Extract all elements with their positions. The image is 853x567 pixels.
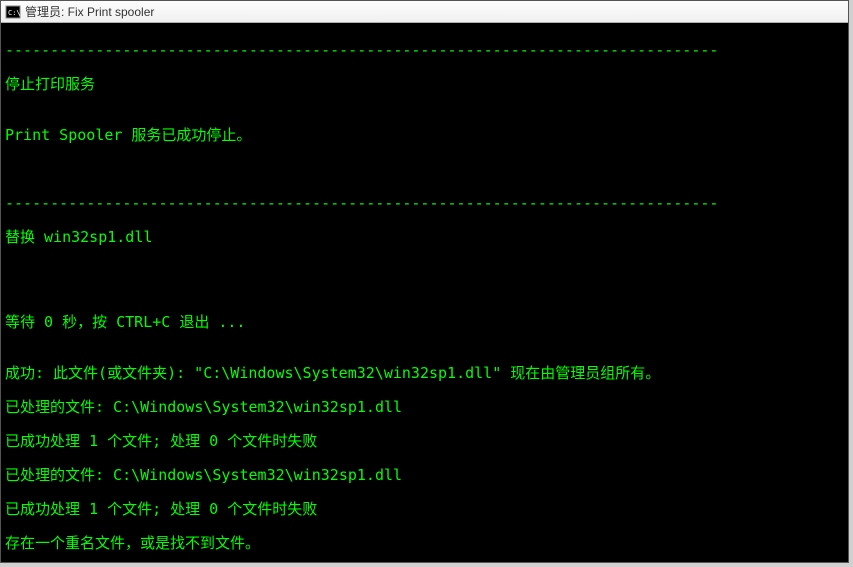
- output-line: 已处理的文件: C:\Windows\System32\win32sp1.dll: [5, 467, 844, 484]
- output-line: 等待 0 秒，按 CTRL+C 退出 ...: [5, 314, 844, 331]
- window-title: 管理员: Fix Print spooler: [25, 3, 154, 20]
- separator: ----------------------------------------…: [5, 42, 844, 59]
- blank-line: [5, 263, 844, 280]
- console-window: C:\ 管理员: Fix Print spooler -------------…: [0, 0, 849, 563]
- svg-text:C:\: C:\: [8, 9, 21, 17]
- output-line: 存在一个重名文件，或是找不到文件。: [5, 535, 844, 552]
- output-line: 已成功处理 1 个文件; 处理 0 个文件时失败: [5, 501, 844, 518]
- output-line: 替换 win32sp1.dll: [5, 229, 844, 246]
- blank-line: [5, 161, 844, 178]
- output-line: 已成功处理 1 个文件; 处理 0 个文件时失败: [5, 433, 844, 450]
- console-output[interactable]: ----------------------------------------…: [1, 23, 848, 562]
- output-line: Print Spooler 服务已成功停止。: [5, 127, 844, 144]
- separator: ----------------------------------------…: [5, 195, 844, 212]
- output-line: 停止打印服务: [5, 76, 844, 93]
- titlebar[interactable]: C:\ 管理员: Fix Print spooler: [1, 1, 848, 23]
- output-line: 已处理的文件: C:\Windows\System32\win32sp1.dll: [5, 399, 844, 416]
- cmd-icon: C:\: [5, 4, 21, 20]
- output-line: 成功: 此文件(或文件夹): "C:\Windows\System32\win3…: [5, 365, 844, 382]
